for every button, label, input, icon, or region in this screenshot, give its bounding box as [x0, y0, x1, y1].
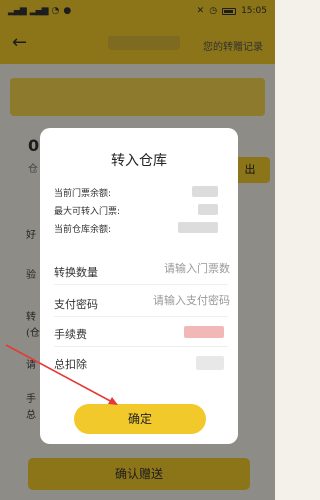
- max-transfer-label: 最大可转入门票:: [54, 207, 121, 217]
- dialog-title: 转入仓库: [111, 153, 167, 169]
- password-input[interactable]: [130, 294, 230, 307]
- divider: [54, 284, 228, 285]
- quantity-label: 转换数量: [54, 266, 98, 279]
- max-transfer-value: [198, 204, 218, 215]
- divider: [54, 346, 228, 347]
- total-deduction-label: 总扣除: [54, 358, 87, 371]
- warehouse-balance-value: [178, 222, 218, 233]
- password-label: 支付密码: [54, 298, 98, 311]
- total-deduction-value: [196, 356, 224, 370]
- ticket-balance-label: 当前门票余额:: [54, 189, 112, 199]
- ticket-balance-value: [192, 186, 218, 197]
- divider: [54, 316, 228, 317]
- transfer-dialog: 转入仓库 当前门票余额: 最大可转入门票: 当前仓库余额: 转换数量 支付密码 …: [40, 128, 238, 444]
- fee-value: [184, 326, 224, 338]
- confirm-button[interactable]: 确定: [74, 404, 206, 434]
- fee-label: 手续费: [54, 328, 87, 341]
- quantity-input[interactable]: [130, 262, 230, 275]
- warehouse-balance-label: 当前仓库余额:: [54, 225, 112, 235]
